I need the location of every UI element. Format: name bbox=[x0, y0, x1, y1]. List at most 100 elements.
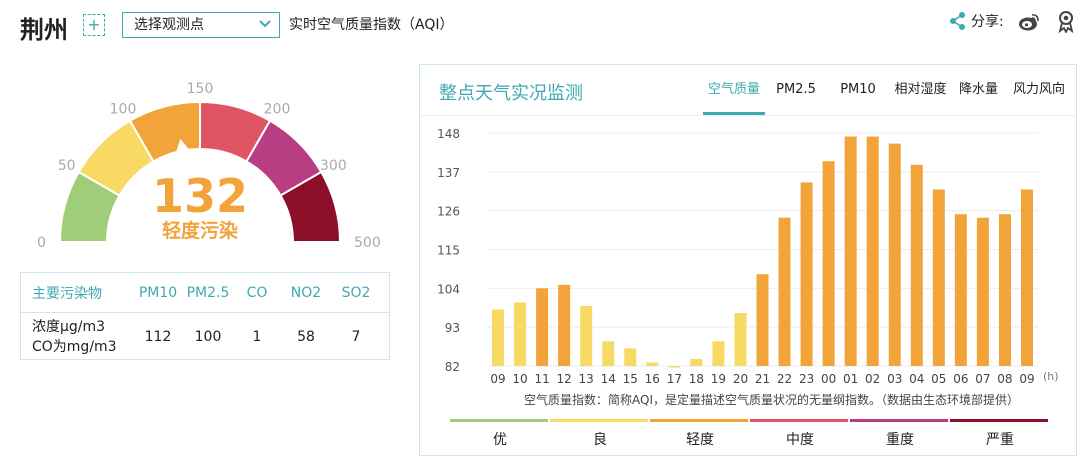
gauge-tick-label: 50 bbox=[58, 158, 76, 174]
legend-swatch bbox=[450, 419, 548, 422]
legend-swatch bbox=[750, 419, 848, 422]
pollutant-table: 主要污染物 PM10 PM2.5 CO NO2 SO2 浓度μg/m3 CO为m… bbox=[20, 272, 390, 360]
legend-label: 优 bbox=[493, 432, 507, 448]
aqi-legend: 优 良 轻度 中度 重度 严重 bbox=[450, 419, 1050, 449]
legend-item-heavy: 重度 bbox=[850, 419, 950, 449]
aqi-bar[interactable] bbox=[492, 309, 505, 366]
legend-swatch bbox=[550, 419, 648, 422]
chevron-down-icon bbox=[259, 20, 271, 28]
legend-item-good: 优 bbox=[450, 419, 550, 449]
x-tick-label: 19 bbox=[711, 372, 726, 386]
legend-label: 重度 bbox=[886, 432, 914, 448]
aqi-bar[interactable] bbox=[646, 362, 659, 366]
aqi-bar[interactable] bbox=[778, 217, 791, 366]
y-tick-label: 115 bbox=[437, 244, 460, 258]
tab-wind[interactable]: 风力风向 bbox=[1005, 65, 1073, 115]
tab-aqi[interactable]: 空气质量 bbox=[703, 65, 765, 115]
tab-humidity[interactable]: 相对湿度 bbox=[889, 65, 952, 115]
tab-precipitation[interactable]: 降水量 bbox=[952, 65, 1005, 115]
x-tick-label: 23 bbox=[799, 372, 814, 386]
x-tick-label: 21 bbox=[755, 372, 770, 386]
x-tick-label: 04 bbox=[909, 372, 924, 386]
legend-swatch bbox=[950, 419, 1048, 422]
pollutant-header-co: CO bbox=[246, 284, 268, 301]
legend-swatch bbox=[650, 419, 748, 422]
y-tick-label: 82 bbox=[445, 360, 460, 374]
x-tick-label: 05 bbox=[931, 372, 946, 386]
aqi-bar[interactable] bbox=[910, 164, 923, 366]
gauge-tick-label: 150 bbox=[187, 81, 214, 97]
legend-label: 良 bbox=[593, 432, 607, 448]
aqi-value: 132 bbox=[152, 169, 248, 223]
x-tick-label: 15 bbox=[623, 372, 638, 386]
y-tick-label: 93 bbox=[445, 321, 460, 335]
aqi-bar[interactable] bbox=[1020, 189, 1033, 366]
pollutant-header-row: 主要污染物 PM10 PM2.5 CO NO2 SO2 bbox=[21, 273, 389, 313]
x-tick-label: 12 bbox=[556, 372, 571, 386]
hourly-monitor-panel: 整点天气实况监测 空气质量 PM2.5 PM10 相对湿度 降水量 风力风向 8… bbox=[419, 64, 1077, 456]
legend-swatch bbox=[850, 419, 948, 422]
legend-label: 严重 bbox=[986, 432, 1014, 448]
y-tick-label: 148 bbox=[437, 127, 460, 141]
unit-label-line1: 浓度μg/m3 bbox=[32, 318, 106, 335]
x-tick-label: 02 bbox=[865, 372, 880, 386]
x-tick-label: 09 bbox=[1019, 372, 1034, 386]
co-value: 1 bbox=[252, 328, 262, 345]
aqi-gauge: 0 50 100 150 200 300 500 132轻度污染 bbox=[37, 81, 381, 251]
tab-pm10[interactable]: PM10 bbox=[827, 65, 889, 115]
x-tick-label: 16 bbox=[645, 372, 660, 386]
legend-item-severe: 严重 bbox=[950, 419, 1050, 449]
aqi-bar[interactable] bbox=[734, 313, 747, 366]
aqi-bar[interactable] bbox=[602, 341, 615, 366]
station-select[interactable]: 选择观测点 bbox=[122, 12, 280, 38]
legend-item-moderate: 良 bbox=[550, 419, 650, 449]
aqi-bar[interactable] bbox=[888, 143, 901, 366]
aqi-bar[interactable] bbox=[514, 302, 527, 366]
x-tick-label: 10 bbox=[512, 372, 527, 386]
share-icon bbox=[950, 12, 965, 30]
legend-label: 轻度 bbox=[686, 432, 714, 448]
legend-item-medium: 中度 bbox=[750, 419, 850, 449]
aqi-bar[interactable] bbox=[932, 189, 945, 366]
share-label: 分享: bbox=[971, 14, 1004, 30]
station-select-label: 选择观测点 bbox=[134, 17, 204, 33]
aqi-bar[interactable] bbox=[536, 288, 549, 366]
aqi-bar[interactable] bbox=[668, 366, 681, 368]
pollutant-header-so2: SO2 bbox=[341, 284, 371, 301]
x-tick-label: 22 bbox=[777, 372, 792, 386]
header: 荆州 + 选择观测点 实时空气质量指数（AQI） 分享: bbox=[0, 0, 1080, 50]
aqi-bar[interactable] bbox=[998, 214, 1011, 366]
aqi-bar[interactable] bbox=[844, 136, 857, 366]
x-tick-label: 11 bbox=[534, 372, 549, 386]
aqi-bar[interactable] bbox=[712, 341, 725, 366]
aqi-bar[interactable] bbox=[800, 182, 813, 366]
unit-label-line2: CO为mg/m3 bbox=[32, 338, 117, 355]
y-tick-label: 104 bbox=[437, 282, 460, 296]
share-button[interactable]: 分享: bbox=[948, 11, 1004, 31]
pollutant-header-label: 主要污染物 bbox=[32, 285, 102, 302]
aqi-bar[interactable] bbox=[954, 214, 967, 366]
aqi-level: 轻度污染 bbox=[162, 219, 238, 242]
wechat-icon[interactable] bbox=[1057, 11, 1075, 33]
x-tick-label: 01 bbox=[843, 372, 858, 386]
aqi-bar[interactable] bbox=[866, 136, 879, 366]
tab-bar: 空气质量 PM2.5 PM10 相对湿度 降水量 风力风向 bbox=[703, 65, 1073, 115]
tab-pm25[interactable]: PM2.5 bbox=[765, 65, 827, 115]
weibo-icon[interactable] bbox=[1018, 12, 1040, 32]
gauge-tick-label: 200 bbox=[264, 102, 291, 118]
aqi-bar[interactable] bbox=[624, 348, 637, 366]
pm10-value: 112 bbox=[144, 328, 172, 345]
x-tick-label: 08 bbox=[997, 372, 1012, 386]
aqi-bar[interactable] bbox=[690, 358, 703, 366]
city-name: 荆州 bbox=[20, 16, 68, 44]
x-tick-label: 13 bbox=[579, 372, 594, 386]
aqi-note: 空气质量指数：简称AQI，是定量描述空气质量状况的无量纲指数。（数据由生态环境部… bbox=[524, 392, 1019, 407]
aqi-bar[interactable] bbox=[756, 274, 769, 366]
aqi-bar[interactable] bbox=[822, 161, 835, 366]
aqi-bar[interactable] bbox=[558, 284, 571, 366]
x-tick-label: 17 bbox=[667, 372, 682, 386]
aqi-bar[interactable] bbox=[580, 305, 593, 366]
pollutant-value-row: 浓度μg/m3 CO为mg/m3 112 100 1 58 7 bbox=[21, 313, 389, 360]
add-city-button[interactable]: + bbox=[83, 14, 105, 36]
aqi-bar[interactable] bbox=[976, 217, 989, 366]
